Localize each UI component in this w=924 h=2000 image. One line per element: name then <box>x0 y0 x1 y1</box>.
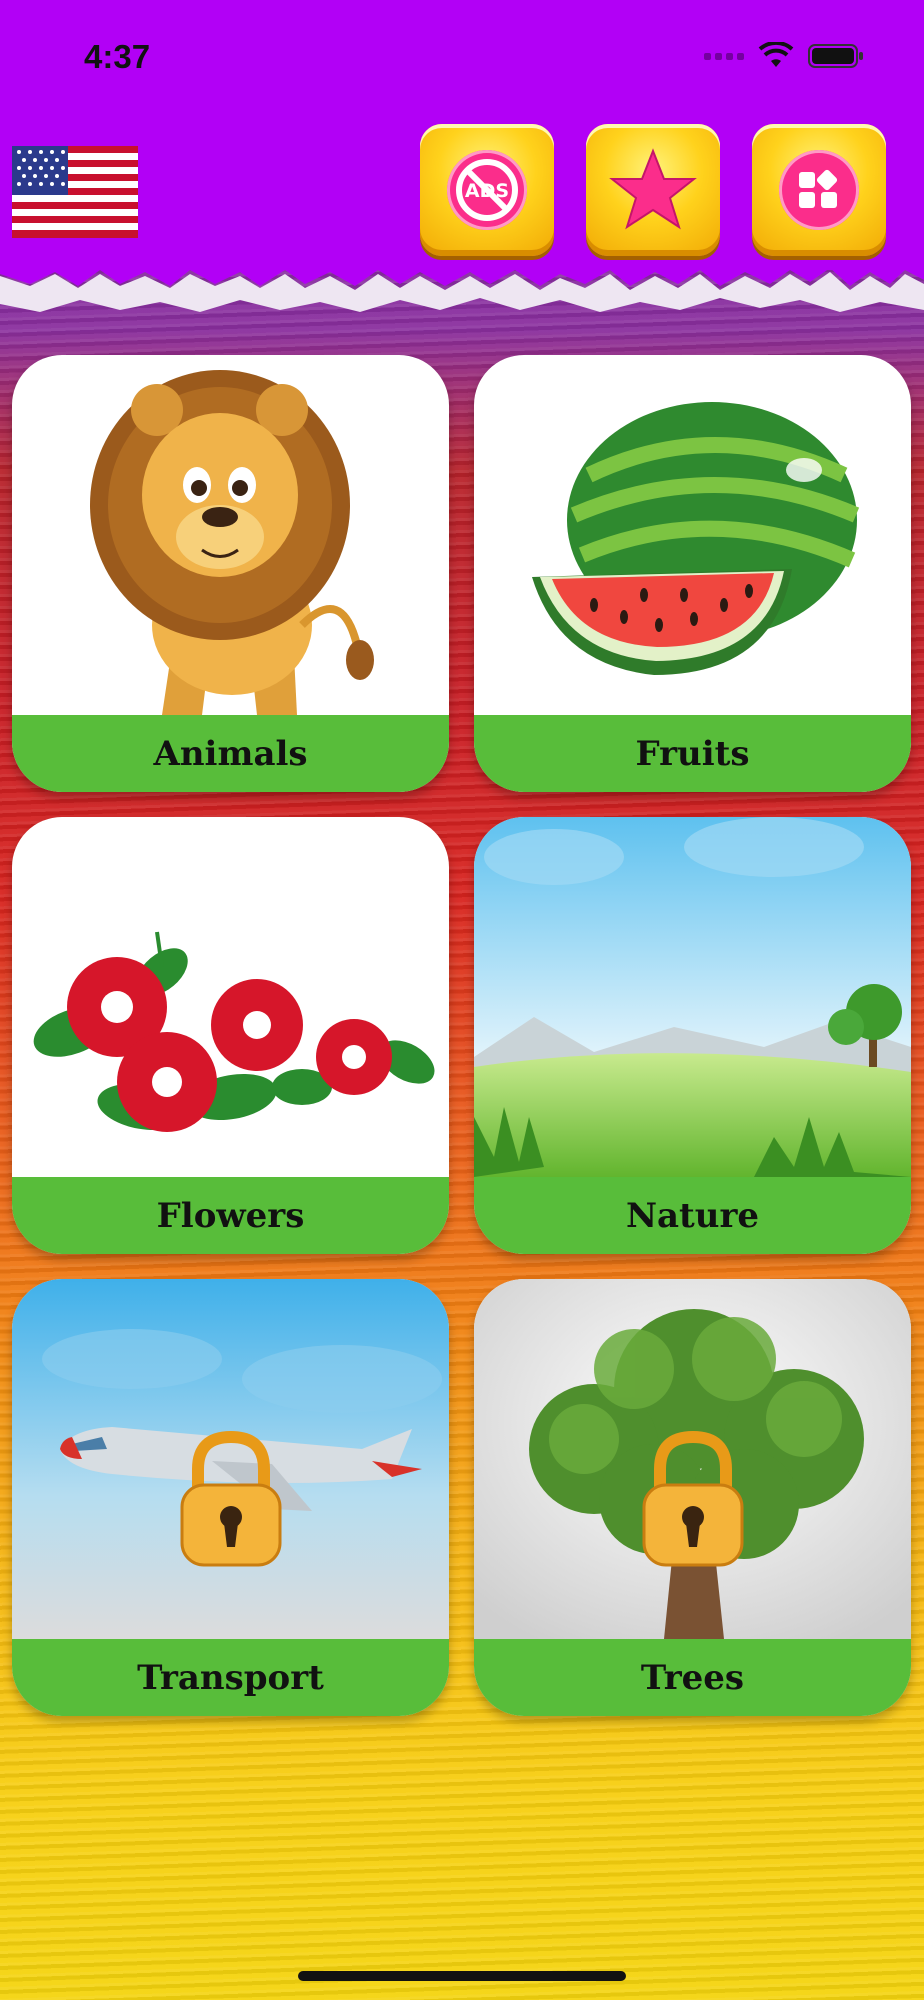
more-apps-button[interactable] <box>752 124 886 256</box>
remove-ads-button[interactable]: ADS <box>420 124 554 256</box>
category-card-trees[interactable]: Trees <box>474 1279 911 1716</box>
category-card-flowers[interactable]: Flowers <box>12 817 449 1254</box>
category-label: Flowers <box>156 1195 305 1236</box>
apps-grid-icon <box>779 150 859 230</box>
category-label-bar: Trees <box>474 1639 911 1716</box>
red-flowers-image <box>33 931 435 1132</box>
category-label: Nature <box>625 1195 760 1236</box>
category-card-animals[interactable]: Animals <box>12 355 449 792</box>
star-icon <box>609 148 697 230</box>
category-label-bar: Animals <box>12 715 449 792</box>
lion-image <box>90 370 374 715</box>
category-card-nature[interactable]: Nature <box>474 817 911 1254</box>
category-label: Fruits <box>635 733 750 774</box>
us-flag-icon[interactable] <box>12 146 138 238</box>
cellular-signal-icon <box>704 52 744 60</box>
category-card-transport[interactable]: Transport <box>12 1279 449 1716</box>
home-indicator[interactable] <box>298 1971 626 1981</box>
category-label: Trees <box>640 1657 745 1698</box>
category-label: Animals <box>153 733 308 774</box>
lock-icon <box>180 1430 282 1567</box>
favorites-button[interactable] <box>586 124 720 256</box>
category-label-bar: Fruits <box>474 715 911 792</box>
watermelon-image <box>532 402 860 675</box>
meadow-landscape-image <box>474 817 911 1177</box>
lock-icon <box>642 1430 744 1567</box>
wifi-icon <box>758 42 794 67</box>
status-icons <box>704 42 864 70</box>
torn-paper-edge <box>0 250 924 312</box>
battery-icon <box>808 44 863 68</box>
no-ads-icon: ADS <box>447 150 527 230</box>
category-label-bar: Flowers <box>12 1177 449 1254</box>
category-card-fruits[interactable]: Fruits <box>474 355 911 792</box>
category-label: Transport <box>137 1657 324 1698</box>
category-label-bar: Transport <box>12 1639 449 1716</box>
status-time: 4:37 <box>84 38 151 75</box>
category-label-bar: Nature <box>474 1177 911 1254</box>
